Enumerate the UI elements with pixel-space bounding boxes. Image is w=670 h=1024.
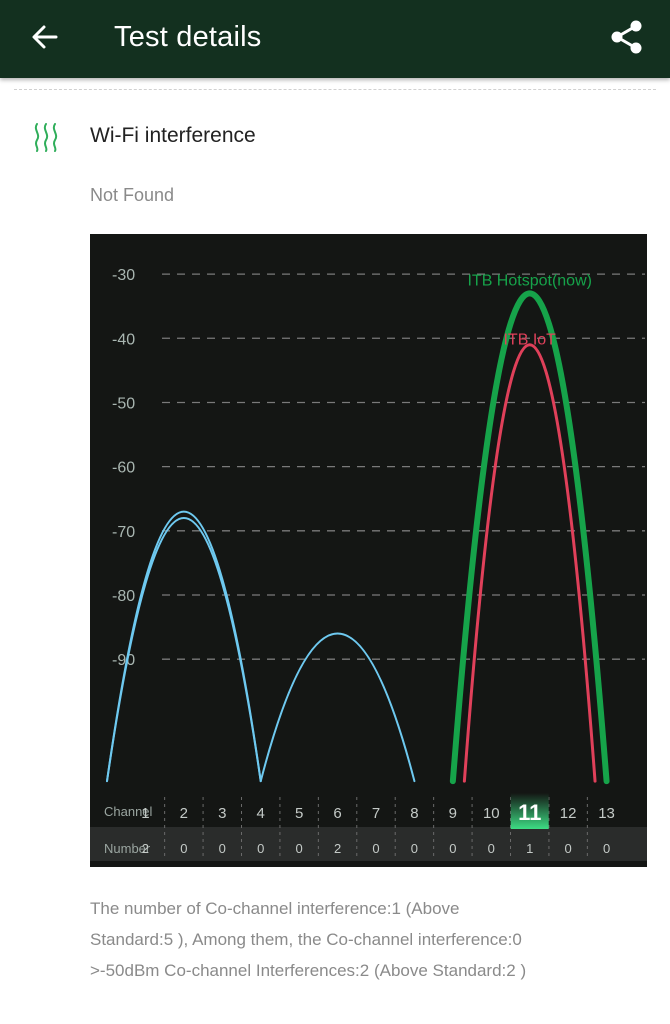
page-title: Test details (114, 21, 262, 53)
signal-curve (462, 343, 597, 783)
channel-chart: -30 -40 -50 -60 -70 -80 -90 ITB Hotspot(now) ITB… (90, 234, 647, 867)
share-icon (611, 20, 642, 54)
signal-curve (449, 290, 610, 785)
y-tick-label: -50 (112, 395, 135, 412)
channel-label: 1 (141, 805, 149, 822)
channel-count: 0 (603, 841, 610, 856)
y-tick-label: -90 (112, 652, 135, 669)
wifi-interference-icon (34, 123, 58, 152)
arrow-left-icon (32, 25, 58, 49)
y-tick-label: -70 (112, 524, 135, 541)
channel-count: 0 (488, 841, 495, 856)
summary-line-1: The number of Co-channel interference:1 … (90, 899, 460, 918)
channel-label: 5 (295, 805, 303, 822)
channel-count: 0 (372, 841, 379, 856)
number-row (90, 827, 647, 861)
channel-count: 0 (296, 841, 303, 856)
channel-count: 0 (411, 841, 418, 856)
y-tick-label: -30 (112, 267, 135, 284)
series-label: ITB IoT (503, 332, 556, 349)
section-title: Wi-Fi interference (90, 124, 256, 147)
channel-label: 8 (410, 805, 418, 822)
app-bar: Test details (0, 0, 670, 78)
signal-curve (106, 517, 262, 783)
channel-label: 6 (333, 805, 341, 822)
channel-count: 2 (334, 841, 341, 856)
channel-label: 13 (598, 805, 615, 822)
channel-label: 9 (449, 805, 457, 822)
share-button[interactable] (602, 12, 652, 62)
summary-line-3: >-50dBm Co-channel Interferences:2 (Abov… (90, 961, 527, 980)
channel-count: 1 (526, 841, 533, 856)
channel-label: 2 (180, 805, 188, 822)
back-button[interactable] (22, 14, 68, 60)
channel-label: 12 (560, 805, 577, 822)
channel-label: 4 (257, 805, 265, 822)
channel-chart-svg: -30 -40 -50 -60 -70 -80 -90 ITB Hotspot(now) ITB… (90, 267, 647, 861)
y-tick-label: -60 (112, 460, 135, 477)
signal-curve (259, 632, 416, 783)
y-tick-label: -80 (112, 588, 135, 605)
summary-line-2: Standard:5 ), Among them, the Co-channel… (90, 930, 522, 949)
channel-label: 10 (483, 805, 500, 822)
channel-label: 3 (218, 805, 226, 822)
channel-label: 11 (518, 800, 541, 825)
series-label: ITB Hotspot(now) (467, 272, 591, 289)
divider (14, 89, 656, 90)
status-text: Not Found (90, 185, 175, 205)
channel-count: 2 (142, 841, 149, 856)
channel-count: 0 (565, 841, 572, 856)
channel-count: 0 (219, 841, 226, 856)
channel-count: 0 (257, 841, 264, 856)
channel-count: 0 (449, 841, 456, 856)
channel-count: 0 (180, 841, 187, 856)
interference-summary: The number of Co-channel interference:1 … (90, 893, 650, 986)
y-tick-label: -40 (112, 331, 135, 348)
channel-label: 7 (372, 805, 380, 822)
